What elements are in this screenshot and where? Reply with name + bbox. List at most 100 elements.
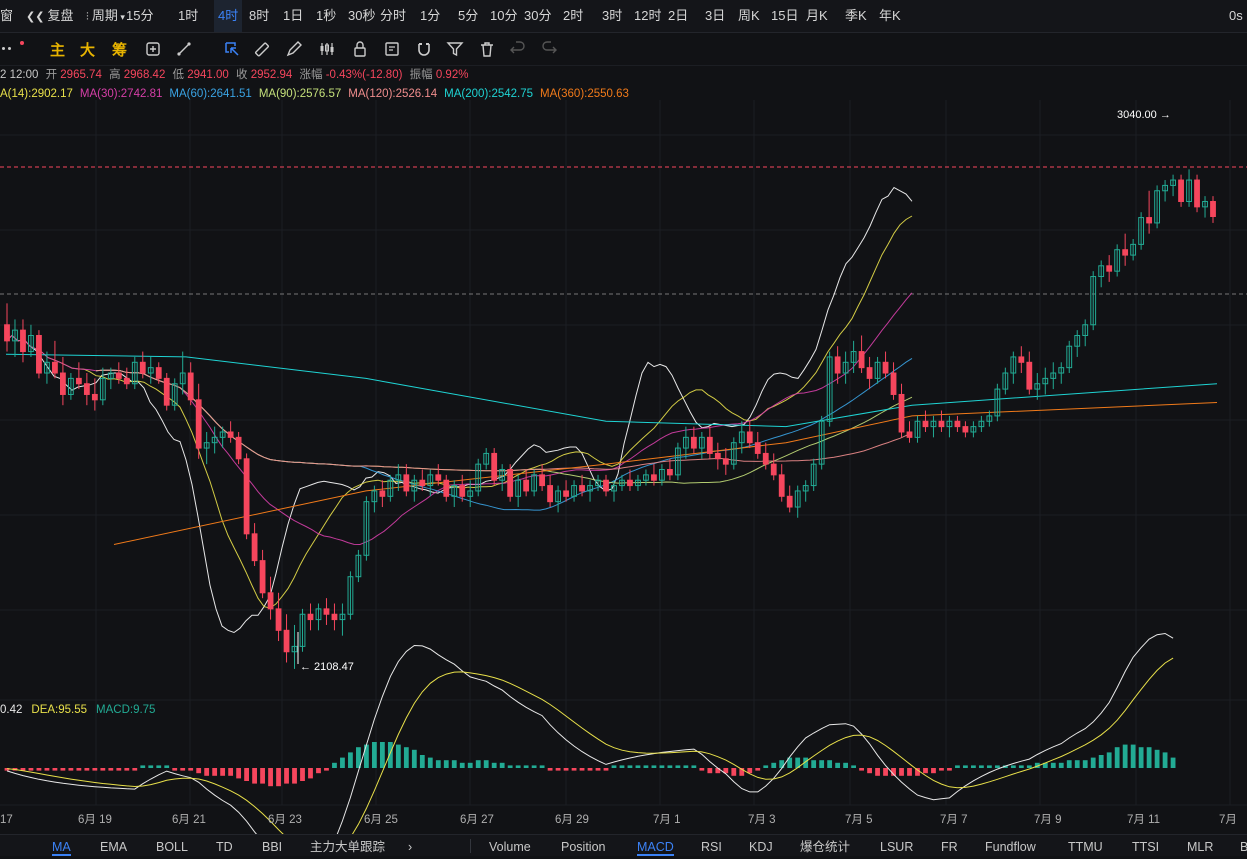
sub-indicator-tab[interactable]: Volume xyxy=(489,835,531,856)
candle-body xyxy=(155,367,162,379)
candle xyxy=(355,549,362,583)
sub-indicator-tab[interactable]: FR xyxy=(941,835,958,856)
macd-bar xyxy=(340,757,345,768)
candle xyxy=(866,356,873,390)
candle xyxy=(722,448,729,475)
macd-bar xyxy=(691,765,697,768)
sub-indicator-tab[interactable]: RSI xyxy=(701,835,722,856)
candle-body xyxy=(379,490,386,497)
candle xyxy=(555,485,561,513)
main-indicator-tab[interactable]: BOLL xyxy=(156,835,188,856)
macd-bar xyxy=(835,762,841,768)
candle-body xyxy=(403,474,410,492)
candle xyxy=(1146,190,1153,234)
macd-bar xyxy=(907,768,912,776)
candle-body xyxy=(906,431,913,438)
candle xyxy=(874,356,881,384)
candle-body xyxy=(714,452,721,460)
macd-bar xyxy=(172,768,178,771)
macd-bar xyxy=(986,765,992,768)
macd-bar xyxy=(1138,747,1144,768)
main-indicator-tab[interactable]: › xyxy=(408,835,412,856)
candle xyxy=(810,458,817,491)
candle xyxy=(898,383,905,438)
candle xyxy=(667,458,673,481)
macd-bar xyxy=(643,765,649,768)
x-tick-label: 17 xyxy=(0,814,13,826)
main-indicator-tab[interactable]: MA xyxy=(52,835,71,856)
candlestick-chart[interactable]: 3040.00 → ← 2108.47 17 6月 19 6月 21 6月 23 6月 25… xyxy=(0,0,1247,855)
macd-bar xyxy=(100,768,106,771)
candle-body xyxy=(722,458,729,465)
main-indicator-tab[interactable]: 主力大单跟踪 xyxy=(310,835,385,856)
candle xyxy=(587,480,593,502)
sub-indicator-tab[interactable]: Position xyxy=(561,835,605,856)
candle-body xyxy=(1106,265,1113,272)
sub-indicator-tab[interactable]: Fundflow xyxy=(985,835,1036,856)
candle xyxy=(754,431,761,459)
candle xyxy=(1106,255,1113,282)
candle xyxy=(786,485,793,513)
candle xyxy=(890,362,897,400)
indicator-bar: MA EMA BOLL TD BBI 主力大单跟踪 › Volume Position MACD R… xyxy=(0,834,1247,856)
sub-indicator-tab[interactable]: MACD xyxy=(637,835,674,856)
macd-bar xyxy=(555,768,561,771)
candle xyxy=(994,383,1001,422)
macd-bar xyxy=(667,765,673,768)
candle-body xyxy=(706,436,713,454)
main-indicator-tab[interactable]: BBI xyxy=(262,835,282,856)
candle xyxy=(483,448,490,470)
sub-indicator-tab[interactable]: TTSI xyxy=(1132,835,1159,856)
candle-body xyxy=(1178,179,1184,202)
sub-indicator-tab[interactable]: TTMU xyxy=(1068,835,1103,856)
candle xyxy=(571,480,577,502)
macd-bar xyxy=(483,760,489,768)
macd-bar xyxy=(475,760,481,768)
candle-body xyxy=(275,608,282,631)
candle xyxy=(83,373,90,406)
macd-bar xyxy=(427,757,433,768)
macd-bar xyxy=(212,768,218,776)
ma-line xyxy=(95,369,913,484)
sub-indicator-tab[interactable]: 爆仓统计 xyxy=(800,835,850,856)
macd-bar xyxy=(579,768,585,771)
sub-indicator-tab[interactable]: B xyxy=(1240,835,1247,856)
sub-indicator-tab[interactable]: KDJ xyxy=(749,835,773,856)
candle-body xyxy=(890,372,897,395)
macd-bar xyxy=(371,742,377,768)
candle xyxy=(259,549,266,599)
macd-bar xyxy=(707,768,713,774)
main-indicator-tab[interactable]: EMA xyxy=(100,835,127,856)
macd-bar xyxy=(1066,760,1072,768)
macd-bar xyxy=(515,765,521,768)
candle-body xyxy=(834,356,841,374)
candle xyxy=(906,421,913,443)
macd-bar xyxy=(963,765,968,768)
candle xyxy=(4,303,10,352)
main-indicator-tab[interactable]: TD xyxy=(216,835,233,856)
candle xyxy=(235,431,242,465)
sub-indicator-tab[interactable]: MLR xyxy=(1187,835,1213,856)
candle xyxy=(1114,244,1121,277)
candle xyxy=(1170,174,1176,197)
x-tick-label: 7月 7 xyxy=(940,814,968,826)
candle-body xyxy=(235,436,242,460)
macd-bar xyxy=(595,768,601,771)
sub-indicator-tab[interactable]: LSUR xyxy=(880,835,913,856)
macd-bar xyxy=(539,765,545,768)
candle xyxy=(954,415,961,432)
candle xyxy=(171,378,178,411)
macd-bar xyxy=(843,762,849,768)
candle-body xyxy=(1210,200,1216,217)
candle xyxy=(1098,260,1105,288)
macd-bar xyxy=(875,768,880,776)
candle xyxy=(163,373,170,411)
macd-bar xyxy=(244,768,249,781)
x-tick-label: 7月 9 xyxy=(1034,814,1062,826)
candle xyxy=(1186,169,1192,207)
candle-body xyxy=(627,479,633,487)
macd-bar xyxy=(419,755,425,768)
macd-bar xyxy=(859,768,864,771)
macd-bar xyxy=(411,749,417,768)
candle xyxy=(507,464,514,502)
